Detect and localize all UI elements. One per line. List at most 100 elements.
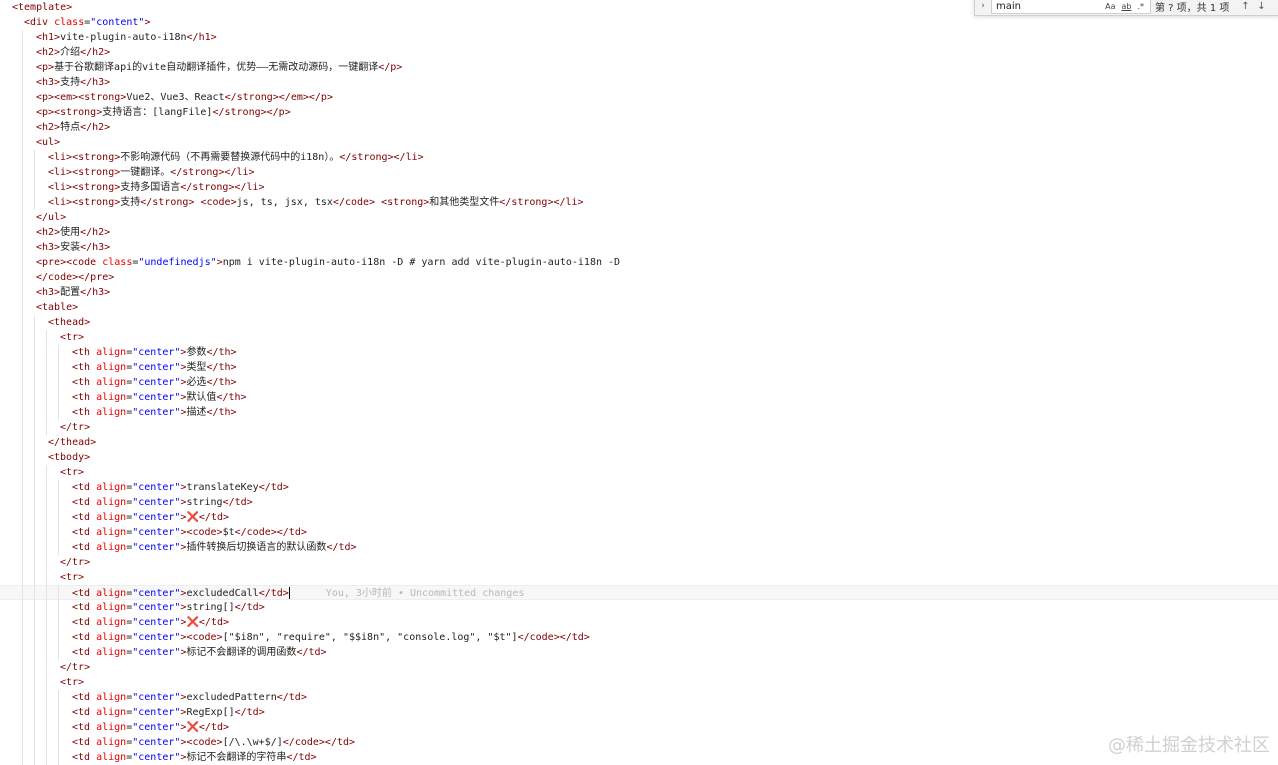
indent-guide: [22, 390, 23, 405]
match-whole-word-toggle[interactable]: ab: [1121, 2, 1131, 11]
code-line[interactable]: <tbody>: [0, 450, 1278, 465]
previous-match-arrow-up-icon[interactable]: ↑: [1237, 1, 1253, 12]
code-token: 标记不会翻译的调用函数: [186, 647, 297, 658]
code-line[interactable]: <td align="center">string[]</td>: [0, 600, 1278, 615]
code-line[interactable]: <td align="center">插件转换后切换语言的默认函数</td>: [0, 540, 1278, 555]
code-token: <h1>: [36, 32, 61, 43]
indent-guide: [46, 420, 47, 435]
code-line[interactable]: <td align="center"><code>$t</code></td>: [0, 525, 1278, 540]
code-line[interactable]: <li><strong>支持</strong> <code>js, ts, js…: [0, 195, 1278, 210]
indent-guide: [58, 540, 59, 555]
code-line[interactable]: <table>: [0, 300, 1278, 315]
code-line[interactable]: <li><strong>一键翻译。</strong></li>: [0, 165, 1278, 180]
indent-guide: [34, 720, 35, 735]
code-line[interactable]: <h2>介绍</h2>: [0, 45, 1278, 60]
code-token: <p><em><strong>: [36, 92, 127, 103]
code-token: $t: [222, 527, 235, 538]
indent-guide: [22, 240, 23, 255]
code-line[interactable]: <td align="center">excludedPattern</td>: [0, 690, 1278, 705]
code-line[interactable]: <td align="center">❌</td>: [0, 510, 1278, 525]
code-line[interactable]: <p><strong>支持语言：[langFile]</strong></p>: [0, 105, 1278, 120]
code-line[interactable]: <p><em><strong>Vue2、Vue3、React</strong><…: [0, 90, 1278, 105]
code-token: "center": [132, 512, 181, 523]
code-line[interactable]: <h2>特点</h2>: [0, 120, 1278, 135]
code-token: align: [96, 527, 127, 538]
code-token: <td: [72, 737, 97, 748]
code-line[interactable]: <ul>: [0, 135, 1278, 150]
git-blame-annotation: You, 3小时前 • Uncommitted changes: [325, 588, 525, 599]
indent-guide: [22, 360, 23, 375]
code-line[interactable]: <li><strong>不影响源代码（不再需要替换源代码中的i18n）。</st…: [0, 150, 1278, 165]
indent-guide: [34, 360, 35, 375]
indent-guide: [22, 120, 23, 135]
toggle-replace-chevron-icon[interactable]: ›: [975, 1, 991, 11]
code-editor[interactable]: <template> <div class="content"> <h1>vite-…: [0, 0, 1278, 765]
indent-guide: [46, 390, 47, 405]
next-match-arrow-down-icon[interactable]: ↓: [1253, 1, 1269, 12]
code-token: "center": [132, 617, 181, 628]
code-line[interactable]: </code></pre>: [0, 270, 1278, 285]
code-line[interactable]: <li><strong>支持多国语言</strong></li>: [0, 180, 1278, 195]
code-token: 参数: [186, 347, 207, 358]
find-input-value: main: [996, 0, 1021, 12]
code-line[interactable]: <th align="center">参数</th>: [0, 345, 1278, 360]
code-token: align: [96, 377, 127, 388]
code-line[interactable]: <th align="center">类型</th>: [0, 360, 1278, 375]
indent-guide: [22, 495, 23, 510]
code-line[interactable]: <h1>vite-plugin-auto-i18n</h1>: [0, 30, 1278, 45]
indent-guide: [22, 480, 23, 495]
code-line[interactable]: <h3>安装</h3>: [0, 240, 1278, 255]
code-line[interactable]: <td align="center">标记不会翻译的调用函数</td>: [0, 645, 1278, 660]
indent-guide: [46, 330, 47, 345]
code-line[interactable]: </thead>: [0, 435, 1278, 450]
code-token: <td: [72, 722, 97, 733]
code-line[interactable]: </tr>: [0, 420, 1278, 435]
code-line[interactable]: <td align="center"><code>[/\.\w+$/]</cod…: [0, 735, 1278, 750]
code-line[interactable]: </tr>: [0, 555, 1278, 570]
code-line[interactable]: <p>基于谷歌翻译api的vite自动翻译插件，优势——无需改动源码，一键翻译<…: [0, 60, 1278, 75]
indent-guide: [46, 705, 47, 720]
code-token: 一键翻译。: [120, 167, 171, 178]
indent-guide: [58, 720, 59, 735]
code-line[interactable]: <td align="center">string</td>: [0, 495, 1278, 510]
code-line[interactable]: <tr>: [0, 330, 1278, 345]
code-token: <p><strong>: [36, 107, 103, 118]
code-line[interactable]: <td align="center">RegExp[]</td>: [0, 705, 1278, 720]
indent-guide: [46, 465, 47, 480]
code-line[interactable]: <th align="center">必选</th>: [0, 375, 1278, 390]
code-line[interactable]: </ul>: [0, 210, 1278, 225]
indent-guide: [22, 615, 23, 630]
find-input[interactable]: main Aa ab .*: [991, 0, 1151, 14]
code-line[interactable]: <h3>配置</h3>: [0, 285, 1278, 300]
match-case-toggle[interactable]: Aa: [1105, 2, 1115, 11]
indent-guide: [34, 510, 35, 525]
code-line[interactable]: <thead>: [0, 315, 1278, 330]
indent-guide: [34, 195, 35, 210]
code-line[interactable]: <div class="content">: [0, 15, 1278, 30]
code-line[interactable]: <th align="center">默认值</th>: [0, 390, 1278, 405]
indent-guide: [22, 345, 23, 360]
code-token: 特点: [60, 122, 81, 133]
indent-guide: [58, 735, 59, 750]
code-line[interactable]: <tr>: [0, 570, 1278, 585]
code-line[interactable]: <td align="center"><code>["$i8n", "requi…: [0, 630, 1278, 645]
code-token: align: [96, 362, 127, 373]
code-line[interactable]: <h2>使用</h2>: [0, 225, 1278, 240]
code-line[interactable]: <h3>支持</h3>: [0, 75, 1278, 90]
code-line[interactable]: <th align="center">描述</th>: [0, 405, 1278, 420]
code-line[interactable]: <pre><code class="undefinedjs">npm i vit…: [0, 255, 1278, 270]
code-token: </tr>: [60, 662, 91, 673]
indent-guide: [22, 585, 23, 600]
code-token: align: [96, 722, 127, 733]
watermark: @稀土掘金技术社区: [1108, 735, 1270, 756]
code-line[interactable]: <tr>: [0, 675, 1278, 690]
code-line[interactable]: </tr>: [0, 660, 1278, 675]
code-line[interactable]: <td align="center">❌</td>: [0, 615, 1278, 630]
code-line[interactable]: <td align="center">translateKey</td>: [0, 480, 1278, 495]
code-token: 必选: [186, 377, 207, 388]
use-regex-toggle[interactable]: .*: [1137, 2, 1144, 11]
code-line[interactable]: <td align="center">excludedCall</td> You,…: [0, 585, 1278, 600]
indent-guide: [22, 630, 23, 645]
code-line[interactable]: <tr>: [0, 465, 1278, 480]
code-line[interactable]: <td align="center">❌</td>: [0, 720, 1278, 735]
